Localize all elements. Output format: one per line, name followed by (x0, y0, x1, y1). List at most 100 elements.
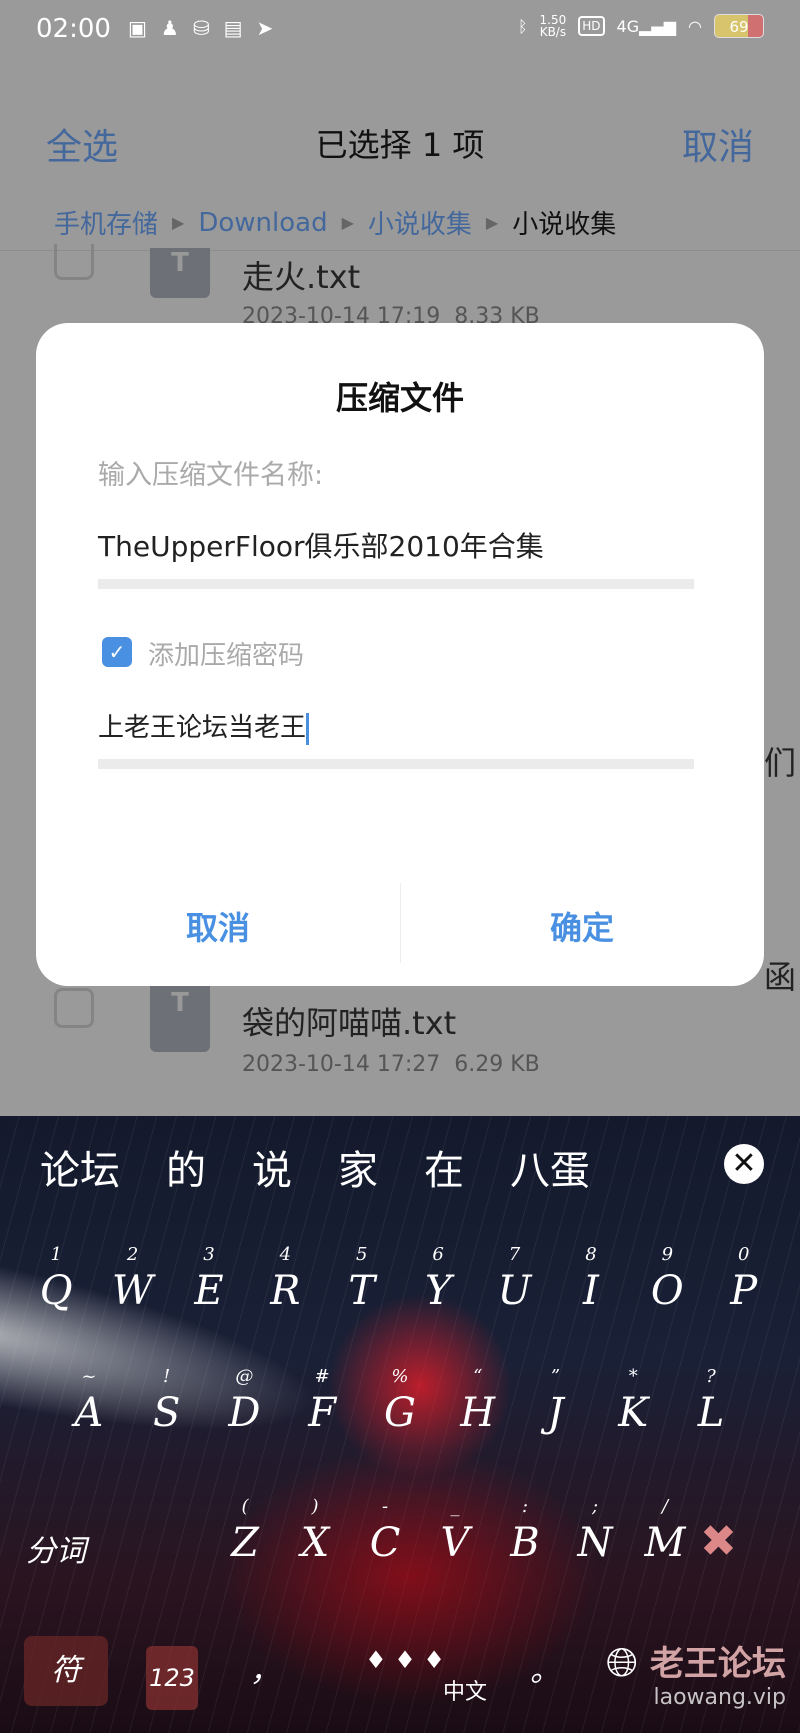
chevron-right-icon: ▶ (341, 213, 354, 232)
cancel-selection-button[interactable]: 取消 (682, 118, 754, 170)
key-hint: - (381, 1496, 389, 1517)
key-q[interactable]: 1Q (23, 1244, 89, 1314)
file-meta: 2023-10-14 17:27 6.29 KB (242, 1052, 540, 1077)
key-c[interactable]: -C (352, 1496, 418, 1566)
watermark-text: 老王论坛 (650, 1644, 786, 1684)
file-name[interactable]: 走火.txt (242, 252, 360, 298)
segment-key[interactable]: 分词 (26, 1526, 86, 1570)
key-hint: 9 (661, 1244, 674, 1265)
dialog-title: 压缩文件 (335, 379, 464, 417)
key-hint: / (661, 1496, 669, 1517)
period-key[interactable]: 。 (530, 1646, 560, 1690)
password-input[interactable]: 上老王论坛当老王 (98, 707, 694, 769)
key-j[interactable]: ” J (522, 1366, 588, 1436)
breadcrumb: 手机存储 ▶ Download ▶ 小说收集 ▶ 小说收集 (54, 204, 616, 241)
chevron-right-icon: ▶ (172, 213, 185, 232)
key-letter: N (577, 1520, 613, 1566)
filename-input[interactable]: TheUpperFloor俱乐部2010年合集 (98, 525, 694, 589)
file-name-partial: 们 (764, 744, 797, 782)
file-checkbox[interactable] (54, 988, 94, 1028)
candidate[interactable]: 说 (252, 1138, 292, 1196)
key-hint: ; (591, 1496, 599, 1517)
key-p[interactable]: 0P (711, 1244, 777, 1314)
password-checkbox[interactable]: ✓ (102, 637, 132, 667)
file-date: 2023-10-14 17:27 (242, 1052, 441, 1077)
candidate[interactable]: 论坛 (40, 1138, 120, 1196)
key-hint: # (314, 1366, 330, 1387)
candidate[interactable]: 八蛋 (510, 1138, 590, 1196)
key-letter: M (644, 1520, 686, 1566)
txt-file-icon: T (150, 248, 210, 298)
breadcrumb-item[interactable]: 手机存储 (54, 204, 158, 241)
key-letter: U (497, 1268, 532, 1314)
key-o[interactable]: 9O (634, 1244, 700, 1314)
net-speed-unit: KB/s (539, 25, 567, 39)
key-z[interactable]: (Z (212, 1496, 278, 1566)
password-checkbox-label[interactable]: 添加压缩密码 (148, 635, 304, 672)
key-y[interactable]: 6Y (405, 1244, 471, 1314)
page-title: 已选择 1 项 (315, 126, 485, 164)
key-k[interactable]: * K (600, 1366, 666, 1436)
key-t[interactable]: 5T (329, 1244, 395, 1314)
txt-file-icon: T (150, 980, 210, 1052)
key-letter: E (194, 1268, 224, 1314)
close-candidates-icon[interactable]: ✕ (724, 1144, 764, 1184)
network-type: 4G (616, 16, 640, 36)
key-hint: “ (473, 1366, 483, 1387)
space-key-label: 中文 (442, 1680, 487, 1705)
globe-icon[interactable]: 🌐︎ (606, 1640, 638, 1686)
dialog-confirm-button[interactable]: 确定 (400, 903, 764, 949)
key-g[interactable]: % G (367, 1366, 433, 1436)
wifi-icon: ◠ (688, 16, 702, 36)
candidate[interactable]: 的 (166, 1138, 206, 1196)
key-a[interactable]: ~ A (56, 1366, 122, 1436)
key-letter: F (308, 1390, 337, 1436)
space-key[interactable]: ♦ ♦ ♦ 中文 (300, 1646, 510, 1726)
key-hint: 1 (50, 1244, 62, 1265)
key-hint: ! (163, 1366, 171, 1387)
file-name[interactable]: 袋的阿喵喵.txt (242, 998, 456, 1044)
number-key[interactable]: 123 (146, 1646, 198, 1710)
file-size: 6.29 KB (454, 1052, 540, 1077)
key-letter: Z (231, 1520, 259, 1566)
key-x[interactable]: ) X (282, 1496, 348, 1566)
key-m[interactable]: / M (632, 1496, 698, 1566)
key-f[interactable]: # F (289, 1366, 355, 1436)
file-name-partial: 函 (764, 958, 797, 996)
key-hint: % (391, 1366, 409, 1387)
key-letter: P (730, 1268, 758, 1314)
backspace-key[interactable]: ✖ (700, 1516, 737, 1567)
key-hint: _ (450, 1496, 460, 1517)
qq-icon: ♟ (160, 16, 179, 40)
comma-key[interactable]: ， (250, 1646, 280, 1690)
key-letter: G (383, 1390, 416, 1436)
candidate[interactable]: 在 (424, 1138, 464, 1196)
symbol-key[interactable]: 符 (24, 1636, 108, 1706)
keyboard: 论坛 的 说 家 在 八蛋 ✕ 1Q2W3E4R5T6Y7U8I9O0P ~ A!… (0, 1116, 800, 1733)
key-d[interactable]: @ D (211, 1366, 277, 1436)
telegram-icon: ➤ (256, 16, 274, 40)
compress-dialog: 压缩文件 输入压缩文件名称: TheUpperFloor俱乐部2010年合集 ✓… (36, 323, 764, 986)
key-hint: 3 (203, 1244, 215, 1265)
key-v[interactable]: _ V (422, 1496, 488, 1566)
key-u[interactable]: 7U (482, 1244, 548, 1314)
key-letter: I (583, 1268, 599, 1314)
key-e[interactable]: 3E (176, 1244, 242, 1314)
key-i[interactable]: 8I (558, 1244, 624, 1314)
bluetooth-icon: ᛒ (517, 16, 528, 36)
key-n[interactable]: ; N (562, 1496, 628, 1566)
candidate[interactable]: 家 (338, 1138, 378, 1196)
file-checkbox[interactable] (54, 244, 94, 280)
breadcrumb-current: 小说收集 (512, 210, 617, 240)
key-s[interactable]: ! S (134, 1366, 200, 1436)
key-h[interactable]: “H (445, 1366, 511, 1436)
key-l[interactable]: ? L (678, 1366, 744, 1436)
key-letter: Y (424, 1268, 452, 1314)
dialog-cancel-button[interactable]: 取消 (36, 903, 400, 949)
key-r[interactable]: 4R (252, 1244, 318, 1314)
breadcrumb-item[interactable]: 小说收集 (368, 204, 472, 241)
key-hint: @ (235, 1366, 254, 1387)
key-b[interactable]: :B (492, 1496, 558, 1566)
breadcrumb-item[interactable]: Download (198, 208, 327, 238)
key-w[interactable]: 2W (100, 1244, 166, 1314)
